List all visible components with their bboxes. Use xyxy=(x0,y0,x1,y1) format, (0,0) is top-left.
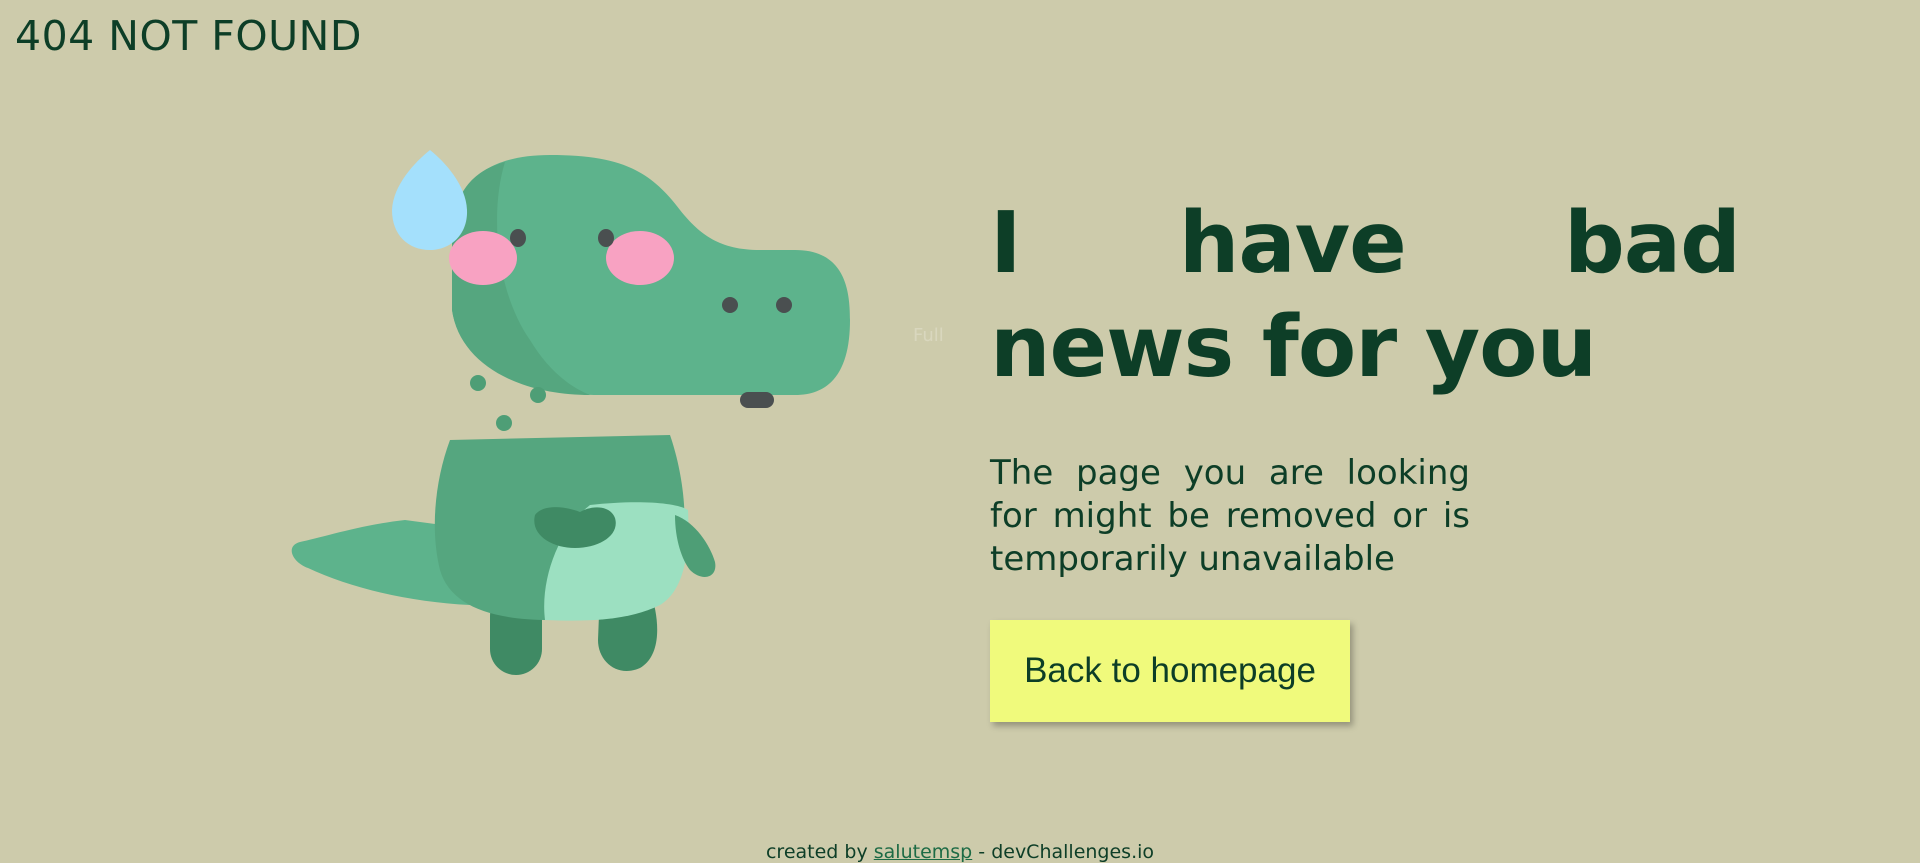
footer-prefix: created by xyxy=(765,841,868,863)
dino-nostril-left xyxy=(722,297,738,313)
error-message: The page you are looking for might be re… xyxy=(990,453,1470,579)
dino-spot xyxy=(496,415,512,431)
page-headline: I have bad news for you xyxy=(990,194,1741,397)
dinosaur-illustration-icon xyxy=(291,150,850,675)
illustration-alt-text: Full xyxy=(913,325,944,346)
dino-spot xyxy=(470,375,486,391)
dino-cheek-left xyxy=(449,231,517,285)
dino-cheek-right xyxy=(606,231,674,285)
dino-spot xyxy=(530,387,546,403)
sweat-drop xyxy=(392,150,468,250)
footer-separator: - xyxy=(978,841,986,863)
dino-eye-right xyxy=(598,229,614,247)
page-brand-title: 404 NOT FOUND xyxy=(15,12,362,60)
back-to-homepage-button[interactable]: Back to homepage xyxy=(990,620,1350,722)
dino-mouth xyxy=(740,392,774,408)
footer-site: devChallenges.io xyxy=(991,841,1155,863)
author-link[interactable]: salutemsp xyxy=(874,841,972,863)
dino-eye-left xyxy=(510,229,526,247)
dino-nostril-right xyxy=(776,297,792,313)
footer-credits: created by salutemsp - devChallenges.io xyxy=(0,841,1920,863)
